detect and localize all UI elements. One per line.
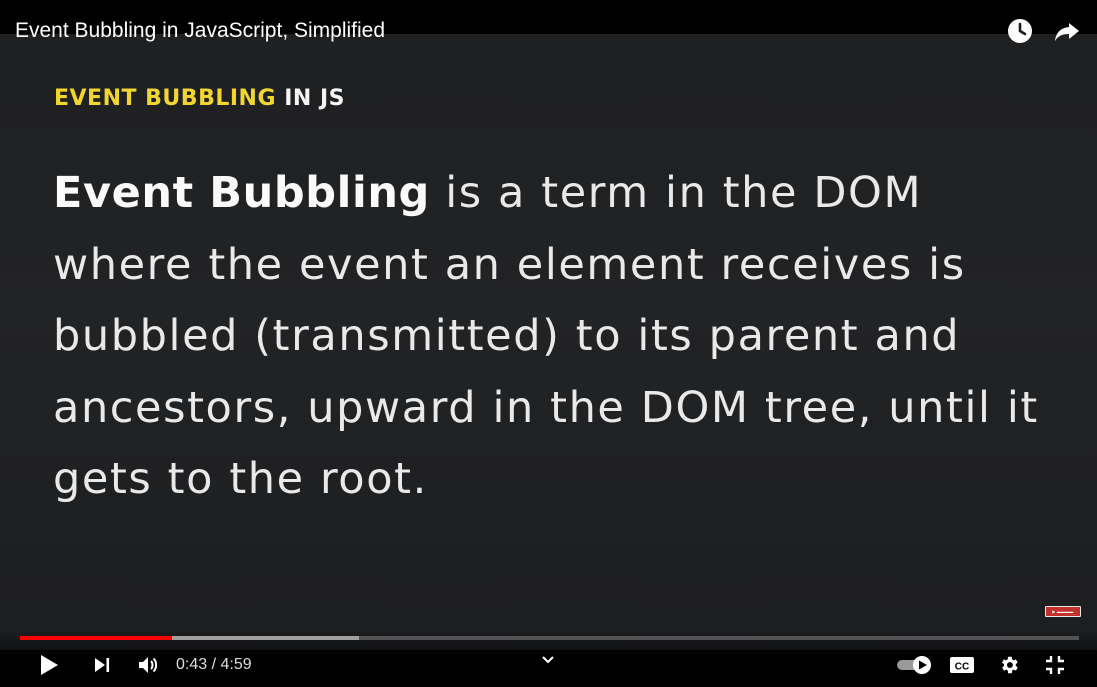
autoplay-toggle-icon <box>897 656 931 674</box>
video-player[interactable]: Event Bubbling in JavaScript, Simplified… <box>0 0 1097 687</box>
chapters-button[interactable] <box>538 648 558 672</box>
skip-next-icon <box>95 658 110 672</box>
subscribe-watermark-logo: ▶ ▬▬▬▬ <box>1052 608 1074 614</box>
slide-heading: EVENT BUBBLING IN JS <box>54 86 345 111</box>
volume-button[interactable] <box>136 650 160 680</box>
share-arrow-icon[interactable] <box>1052 16 1082 46</box>
settings-button[interactable] <box>995 650 1023 680</box>
gear-icon <box>1002 656 1018 674</box>
closed-captions-icon: CC <box>950 657 974 673</box>
slide-body-text: Event Bubbling is a term in the DOM wher… <box>53 158 1063 516</box>
slide-heading-rest: IN JS <box>284 86 345 111</box>
slide-body-term: Event Bubbling <box>53 168 430 218</box>
video-title[interactable]: Event Bubbling in JavaScript, Simplified <box>15 18 385 44</box>
progress-bar[interactable] <box>20 636 1079 640</box>
progress-played <box>20 636 173 640</box>
chevron-down-icon <box>542 656 554 664</box>
slide-body-definition: is a term in the DOM where the event an … <box>53 168 1039 504</box>
exit-fullscreen-button[interactable] <box>1041 650 1069 680</box>
exit-fullscreen-icon <box>1046 656 1064 674</box>
play-button[interactable] <box>36 650 62 680</box>
clock-icon[interactable] <box>1005 16 1035 46</box>
svg-text:CC: CC <box>955 662 969 673</box>
next-button[interactable] <box>90 650 114 680</box>
slide-heading-highlight: EVENT BUBBLING <box>54 86 277 111</box>
play-icon <box>41 655 58 675</box>
autoplay-toggle[interactable] <box>896 650 934 680</box>
captions-button[interactable]: CC <box>948 650 976 680</box>
time-display: 0:43 / 4:59 <box>176 656 252 673</box>
volume-icon <box>139 657 158 673</box>
subscribe-watermark[interactable]: ▶ ▬▬▬▬ <box>1045 606 1081 617</box>
